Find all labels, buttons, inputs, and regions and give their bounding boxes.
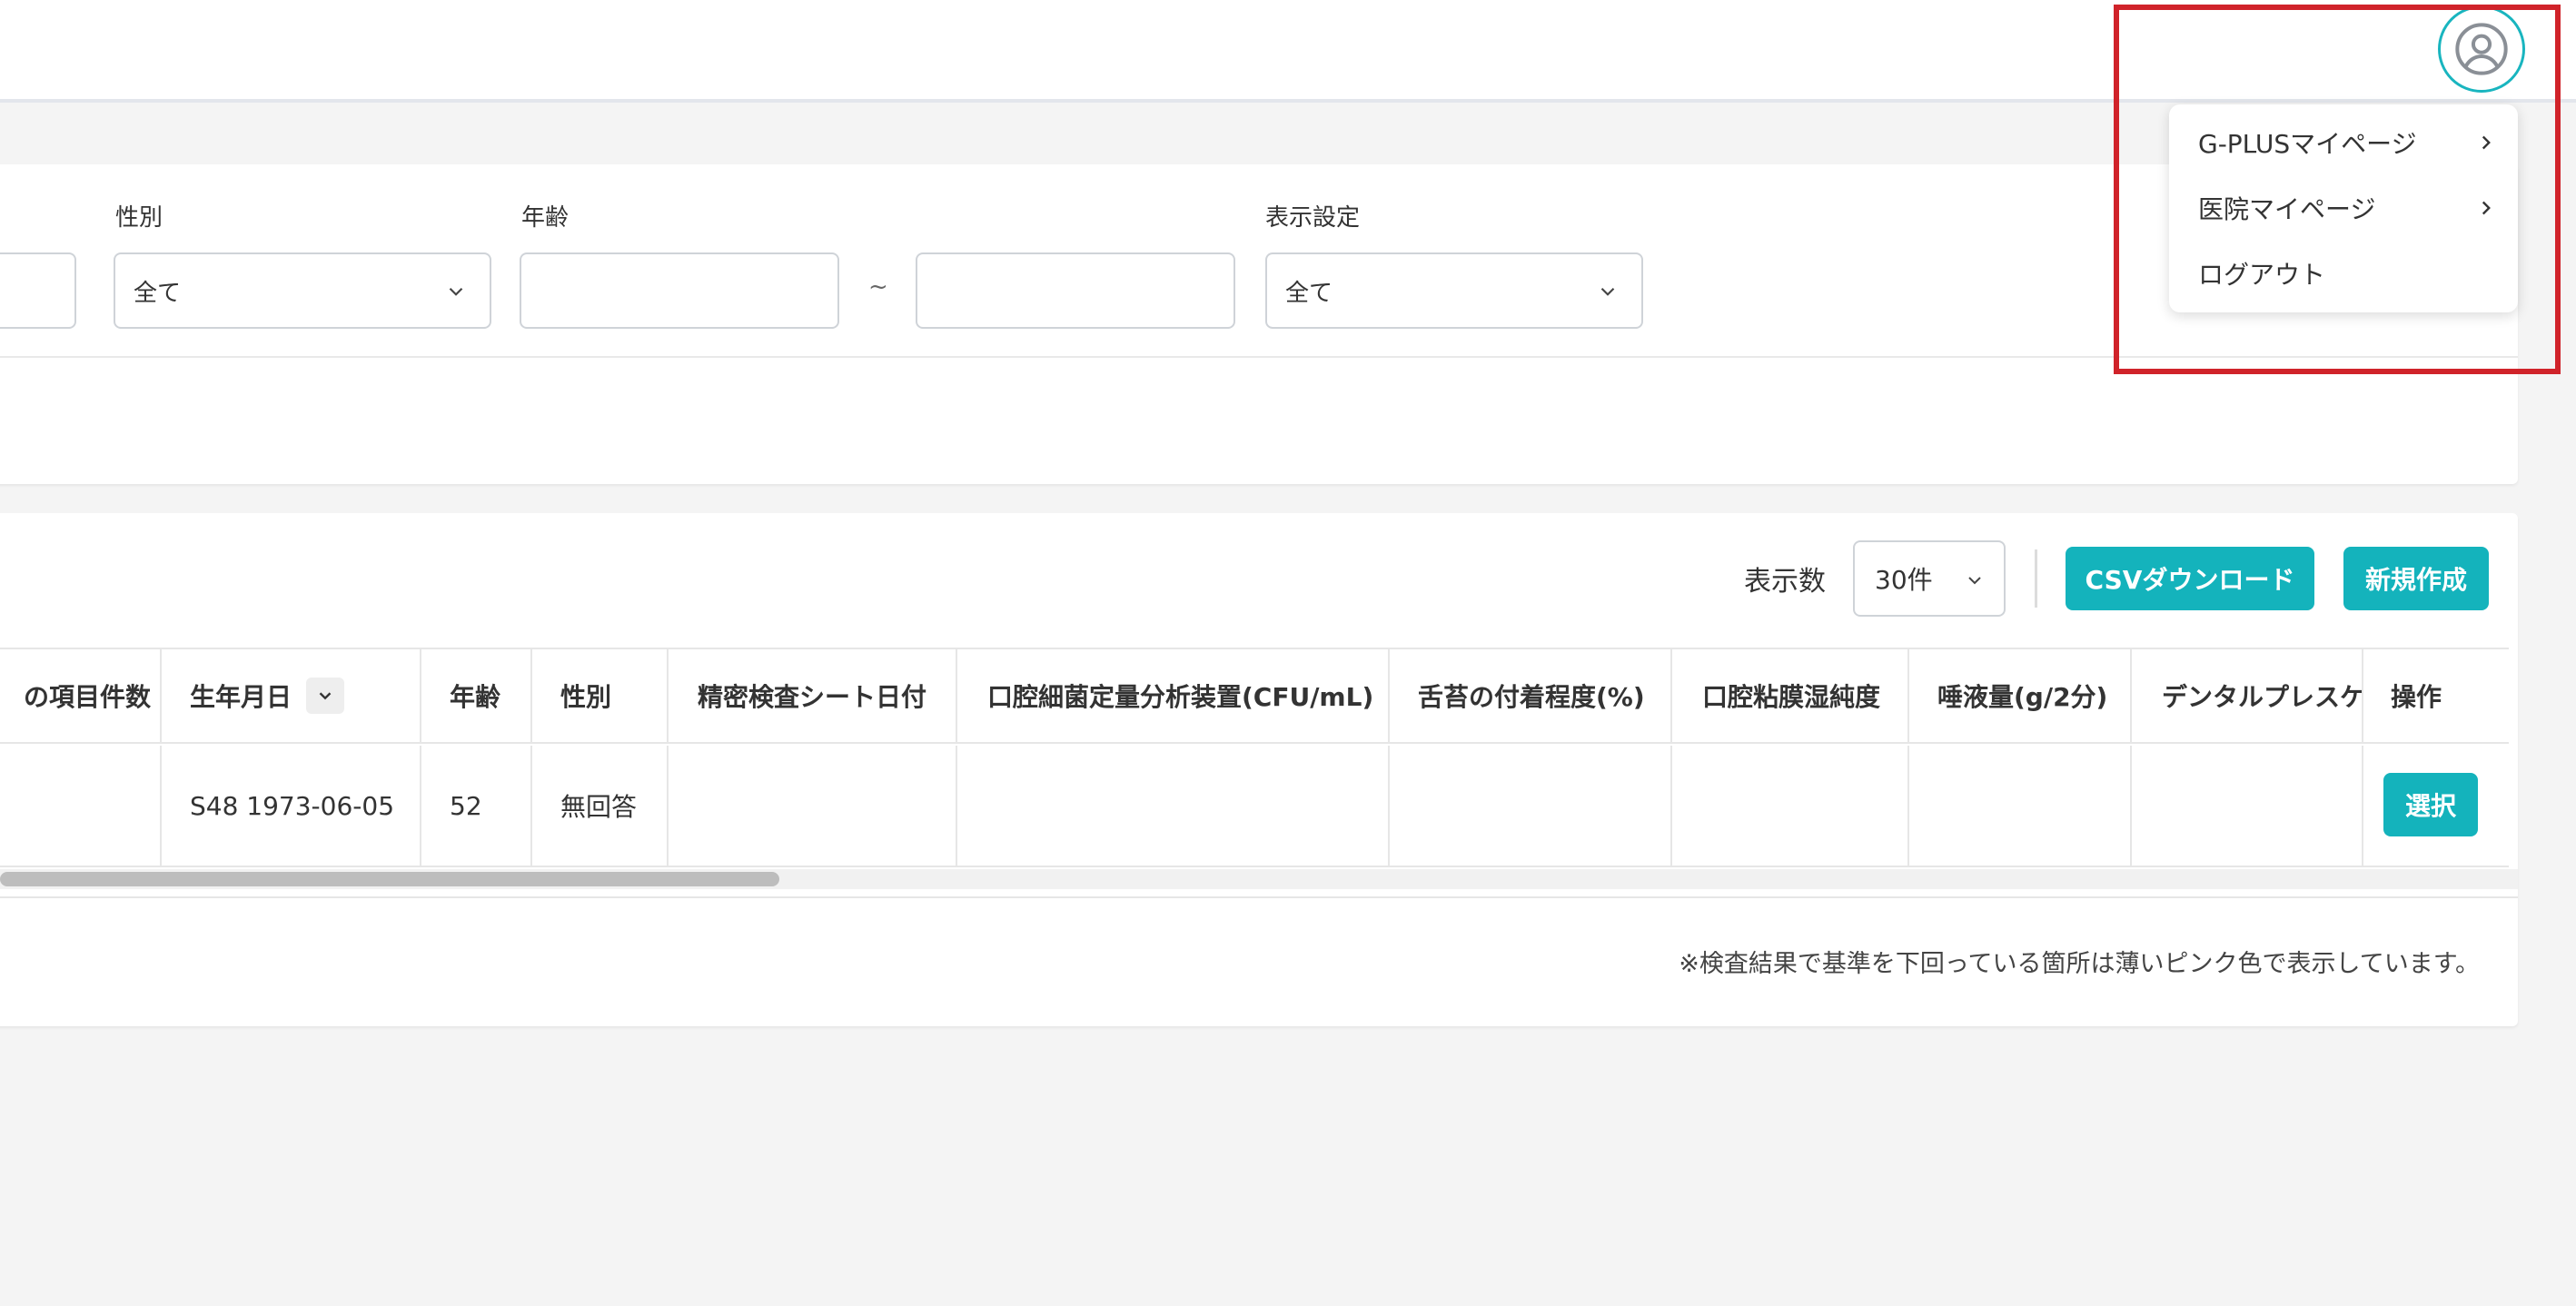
partial-filter-input[interactable] — [0, 252, 76, 329]
cell-mucosa — [1702, 746, 1902, 866]
toolbar-separator — [2035, 549, 2037, 608]
display-setting-value: 全て — [1285, 279, 1333, 307]
table-row: S48 1973-06-05 52 無回答 選択 — [0, 746, 2509, 867]
header-age: 年齢 — [450, 682, 501, 712]
header-bacteria: 口腔細菌定量分析装置(CFU/mL) — [987, 682, 1374, 712]
header-birthdate[interactable]: 生年月日 — [190, 649, 426, 742]
table-header: の項目件数 生年月日 年齢 性別 精密検査シート日付 口腔細菌定量分析装置(CF… — [0, 648, 2509, 744]
table-footer-divider — [0, 896, 2518, 898]
chevron-down-icon — [1968, 577, 1981, 585]
scrollbar-thumb[interactable] — [0, 872, 779, 886]
chevron-down-icon — [1600, 287, 1615, 296]
header-tongue-coating: 舌苔の付着程度(%) — [1418, 682, 1645, 712]
patient-table-panel: 表示数 30件 CSVダウンロード 新規作成 の項目件数 生年月日 年齢 性別 … — [0, 513, 2518, 1026]
header-birthdate-label: 生年月日 — [190, 682, 292, 712]
select-button[interactable]: 選択 — [2383, 773, 2478, 836]
header-mucosa: 口腔粘膜湿純度 — [1702, 682, 1881, 712]
age-to-input[interactable] — [916, 252, 1235, 329]
highlight-box — [2114, 5, 2561, 374]
display-setting-select[interactable]: 全て — [1265, 252, 1643, 329]
legend-note: ※検査結果で基準を下回っている箇所は薄いピンク色で表示しています。 — [1679, 950, 2480, 978]
display-count-value: 30件 — [1875, 565, 1933, 595]
chevron-down-icon — [319, 692, 332, 700]
cell-birthdate: S48 1973-06-05 — [190, 790, 395, 821]
horizontal-scrollbar[interactable] — [0, 869, 2518, 889]
header-saliva: 唾液量(g/2分) — [1937, 682, 2108, 712]
header-items-count: の項目件数 — [23, 682, 151, 712]
gender-select-value: 全て — [134, 279, 182, 307]
display-setting-label: 表示設定 — [1265, 204, 1361, 232]
display-count-label: 表示数 — [1744, 566, 1826, 598]
gender-select[interactable]: 全て — [114, 252, 491, 329]
age-label: 年齢 — [521, 204, 570, 232]
cell-saliva — [1937, 746, 2128, 866]
age-range-separator: ~ — [868, 273, 888, 301]
cell-bacteria — [987, 746, 1378, 866]
cell-dental-prescale — [2162, 746, 2353, 866]
sort-button[interactable] — [306, 678, 345, 714]
gender-label: 性別 — [115, 204, 163, 232]
cell-age: 52 — [450, 790, 482, 821]
header-dental-prescale: デンタルプレスケ — [2162, 682, 2362, 712]
csv-download-button[interactable]: CSVダウンロード — [2066, 547, 2314, 610]
cell-sheet-date — [698, 746, 952, 866]
chevron-down-icon — [449, 287, 463, 296]
display-count-select[interactable]: 30件 — [1853, 540, 2006, 617]
header-gender: 性別 — [560, 682, 612, 712]
header-actions: 操作 — [2391, 682, 2442, 712]
cell-tongue-coating — [1418, 746, 1663, 866]
age-from-input[interactable] — [520, 252, 839, 329]
cell-gender: 無回答 — [560, 792, 638, 822]
header-sheet-date: 精密検査シート日付 — [698, 682, 927, 712]
new-create-button[interactable]: 新規作成 — [2343, 547, 2489, 610]
cell-items-count — [0, 746, 160, 866]
